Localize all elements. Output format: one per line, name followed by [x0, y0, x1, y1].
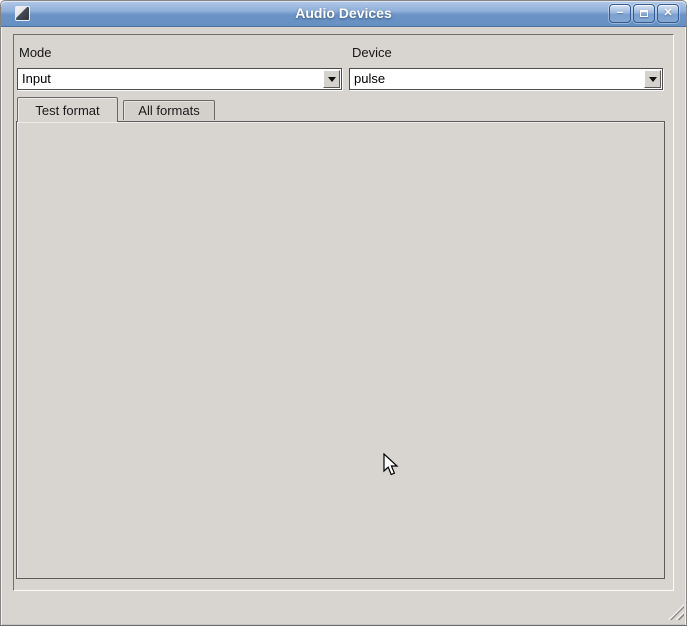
maximize-icon [640, 10, 648, 17]
device-value: pulse [354, 69, 642, 89]
minimize-icon: − [617, 8, 623, 19]
close-button[interactable]: ✕ [657, 4, 679, 23]
window-controls: − ✕ [609, 4, 679, 23]
titlebar[interactable]: Audio Devices − ✕ [1, 1, 686, 27]
close-icon: ✕ [663, 8, 672, 19]
minimize-button[interactable]: − [609, 4, 631, 23]
audio-devices-window: Audio Devices − ✕ Mode Input Device puls… [0, 0, 687, 626]
maximize-button[interactable] [633, 4, 655, 23]
chevron-down-icon[interactable] [644, 70, 661, 88]
mode-label: Mode [19, 45, 52, 60]
mode-value: Input [22, 69, 321, 89]
mode-combobox[interactable]: Input [17, 68, 342, 90]
tab-label: Test format [35, 103, 99, 118]
device-label: Device [352, 45, 392, 60]
test-format-panel [16, 121, 665, 579]
chevron-down-icon[interactable] [323, 70, 340, 88]
tab-label: All formats [138, 103, 199, 118]
mouse-cursor [382, 453, 400, 477]
tab-test-format[interactable]: Test format [17, 97, 118, 122]
tab-all-formats[interactable]: All formats [123, 100, 215, 120]
window-title: Audio Devices [1, 5, 686, 21]
device-combobox[interactable]: pulse [349, 68, 663, 90]
resize-grip[interactable] [668, 604, 684, 620]
